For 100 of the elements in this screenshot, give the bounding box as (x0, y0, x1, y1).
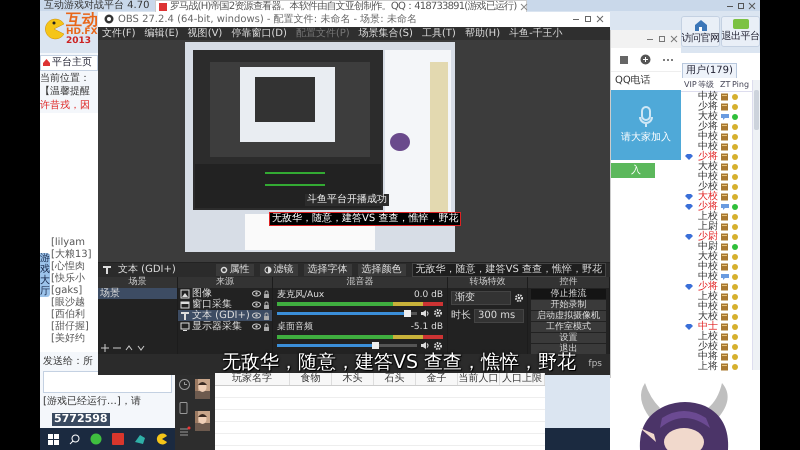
source-item[interactable]: 文本 (GDI+) (178, 310, 272, 322)
rank-text: 少将 (698, 122, 719, 132)
rank-text: 中尉 (698, 242, 719, 252)
source-button[interactable]: 选择颜色 (358, 264, 406, 276)
source-item[interactable]: 窗口采集 (178, 299, 272, 310)
transition-select[interactable]: 渐变 (451, 291, 511, 306)
rank-text: 中校 (698, 92, 719, 102)
toolbar-button[interactable]: 退出平台 (721, 16, 760, 46)
rank-text: 上将 (698, 362, 719, 372)
status-text: [游戏已经运行…]，请 (43, 396, 141, 407)
menu-item[interactable]: 视图(V) (188, 28, 222, 40)
level-reading: 0.0 dB (414, 290, 443, 300)
chat-message: [西伯利 (51, 309, 86, 320)
column-header: 等级 (698, 80, 715, 90)
rank-text: 中校 (698, 272, 719, 282)
notice-alert-text: 许昔戎，因 (40, 100, 91, 111)
menu-item[interactable]: 斗鱼-千王小 (509, 28, 563, 40)
column-header: 食物 (290, 373, 332, 385)
column-header: 金子 (416, 373, 458, 385)
room-number: 5772598 (52, 413, 110, 426)
send-to-label: 发送给：所 (43, 356, 93, 368)
source-item[interactable]: 图像 (178, 288, 272, 300)
location-text: 当前位置： (40, 72, 91, 84)
call-title: QQ电话 (614, 74, 652, 88)
source-button[interactable]: 属性 (216, 264, 254, 276)
menu-item[interactable]: 帮助(H) (464, 28, 500, 40)
caption-text: 无敌华，随意，建答VS 查查，憔悴，野花 (222, 352, 576, 373)
control-button[interactable]: 启动虚拟摄像机 (531, 311, 606, 322)
column-header: VIP (684, 80, 698, 90)
rank-text: 中校 (698, 172, 719, 182)
column-header: Ping (732, 80, 750, 90)
source-button[interactable]: 选择字体 (304, 264, 352, 276)
column-header: 石头 (374, 373, 416, 385)
column-header: 木头 (332, 373, 374, 385)
chat-message: [甜仔握] (51, 321, 90, 332)
rank-text: 中校 (698, 302, 719, 312)
rank-text: 大校 (698, 312, 719, 322)
window-title: 罗马战(H)帝国2资源查看器。本软件由自文亚创制作。QQ：418733891(游戏已运行) (170, 0, 516, 12)
side-tab[interactable]: 游戏大厅 (40, 253, 50, 297)
notification-text: 斗鱼平台开播成功 (305, 194, 389, 206)
rank-text: 少校 (698, 182, 719, 192)
duration-field[interactable]: 300 ms (474, 309, 524, 324)
panel-title: 控件 (528, 277, 609, 288)
source-item[interactable]: 显示器采集 (178, 321, 272, 332)
user-list-tab[interactable]: 用户(179) (682, 63, 737, 78)
logo-year-text: 2013 (66, 37, 92, 46)
chat-message: [美好约 (51, 333, 86, 344)
menu-item[interactable]: 编辑(E) (144, 28, 179, 40)
source-button[interactable]: 滤镜 (260, 264, 298, 276)
control-button[interactable]: 停止推流 (531, 289, 606, 300)
chat-message: [gaks] (51, 285, 84, 296)
control-button[interactable]: 开始录制 (531, 300, 606, 310)
home-tab[interactable]: 平台主页 (40, 55, 98, 70)
panel-title: 转场特效 (448, 277, 527, 288)
control-button[interactable]: 设置 (531, 333, 606, 344)
rank-text: 少将 (698, 282, 719, 292)
rank-text: 上尉 (698, 222, 719, 232)
rank-text: 少将 (698, 202, 719, 212)
level-reading: -5.1 dB (410, 322, 443, 333)
rank-text: 上校 (698, 292, 719, 302)
rank-text: 大校 (698, 112, 719, 122)
channel-name: 桌面音频 (277, 322, 313, 333)
channel-name: 麦克风/Aux (277, 290, 324, 300)
caption-text: 无敌华，随意，建答VS 查查，憔悴，野花 (269, 212, 462, 226)
menu-item[interactable]: 文件(F) (102, 28, 136, 40)
chat-message: [快乐小 (51, 273, 86, 284)
rank-text: 大校 (698, 192, 719, 202)
window-title: OBS 27.2.4 (64-bit, windows) - 配置文件: 未命名 - 场景: 未命名 (118, 14, 418, 25)
panel-title: 混音器 (273, 277, 447, 288)
control-button[interactable]: 工作室模式 (531, 322, 606, 332)
rank-text: 中校 (698, 132, 719, 142)
panel-title: 场景 (98, 277, 177, 288)
rank-text: 中士 (698, 322, 719, 332)
menu-item[interactable]: 工具(T) (422, 28, 456, 40)
scene-item[interactable]: 场景 (98, 288, 177, 300)
chat-message: [眼沙越 (51, 297, 86, 308)
rank-text: 中校 (698, 262, 719, 272)
chat-message: [大粮13] (51, 249, 93, 260)
rank-text: 少校 (698, 342, 719, 352)
status-text: fps (588, 359, 602, 370)
menu-item[interactable]: 停靠窗口(D) (231, 28, 287, 40)
column-header: 人口上限 (500, 373, 545, 385)
rank-text: 中校 (698, 142, 719, 152)
rank-text: 上校 (698, 212, 719, 222)
column-header: 玩家名字 (215, 373, 290, 385)
menu-item[interactable]: 场景集合(S) (358, 28, 413, 40)
rank-text: 少将 (698, 102, 719, 112)
invite-text: 请大家加入 (621, 132, 671, 144)
rank-text: 大校 (698, 252, 719, 262)
logo-site-text: HD.FX (66, 28, 98, 37)
column-header: 当前人口 (458, 373, 500, 385)
column-header: ZT (720, 80, 732, 90)
toolbar-button[interactable]: 访问官网 (681, 16, 720, 46)
text-field[interactable]: 无敌华，随意，建答VS 查查，憔悴，野花 (412, 263, 606, 278)
panel-title: 来源 (178, 277, 272, 288)
rank-text: 少尉 (698, 232, 719, 242)
notice-text: 【温馨提醒 (40, 86, 91, 98)
chat-message: [lilyam (51, 237, 86, 248)
chat-message: [心惶肉 (51, 261, 86, 272)
source-name: 文本 (GDI+) (118, 264, 177, 276)
